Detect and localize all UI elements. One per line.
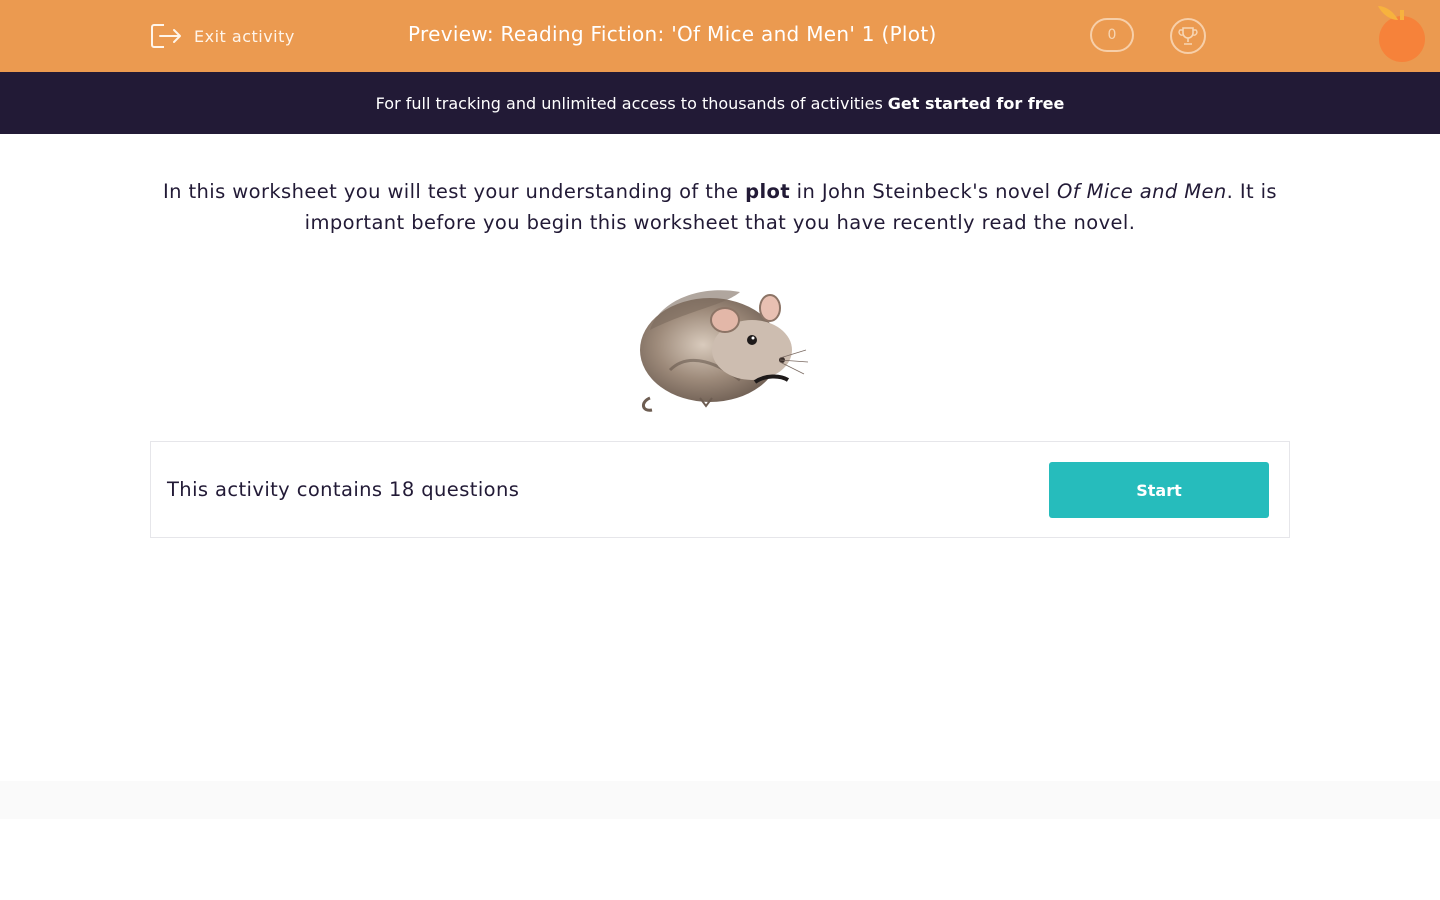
exit-icon [151, 24, 181, 48]
signup-banner: For full tracking and unlimited access t… [0, 72, 1440, 134]
exit-activity-button[interactable]: Exit activity [150, 20, 295, 52]
start-button[interactable]: Start [1049, 462, 1269, 518]
intro-text-2: in John Steinbeck's novel [790, 180, 1057, 203]
top-bar: Exit activity Preview: Reading Fiction: … [0, 0, 1440, 72]
score-badge: 0 [1090, 18, 1134, 52]
footer-strip [0, 781, 1440, 819]
question-count: This activity contains 18 questions [167, 478, 520, 501]
intro-novel-title: Of Mice and Men [1056, 180, 1227, 203]
brand-logo [1378, 6, 1425, 62]
exit-activity-label: Exit activity [194, 26, 295, 46]
banner-text: For full tracking and unlimited access t… [375, 93, 883, 113]
activity-description: In this worksheet you will test your und… [150, 176, 1290, 238]
mouse-illustration [640, 290, 809, 412]
trophy-button[interactable] [1170, 18, 1206, 54]
intro-bold-plot: plot [745, 180, 791, 203]
page-title: Preview: Reading Fiction: 'Of Mice and M… [408, 22, 937, 46]
trophy-icon [1178, 27, 1198, 45]
get-started-link[interactable]: Get started for free [888, 94, 1065, 113]
activity-card: This activity contains 18 questions Star… [150, 441, 1290, 538]
intro-text-1: In this worksheet you will test your und… [162, 180, 746, 203]
